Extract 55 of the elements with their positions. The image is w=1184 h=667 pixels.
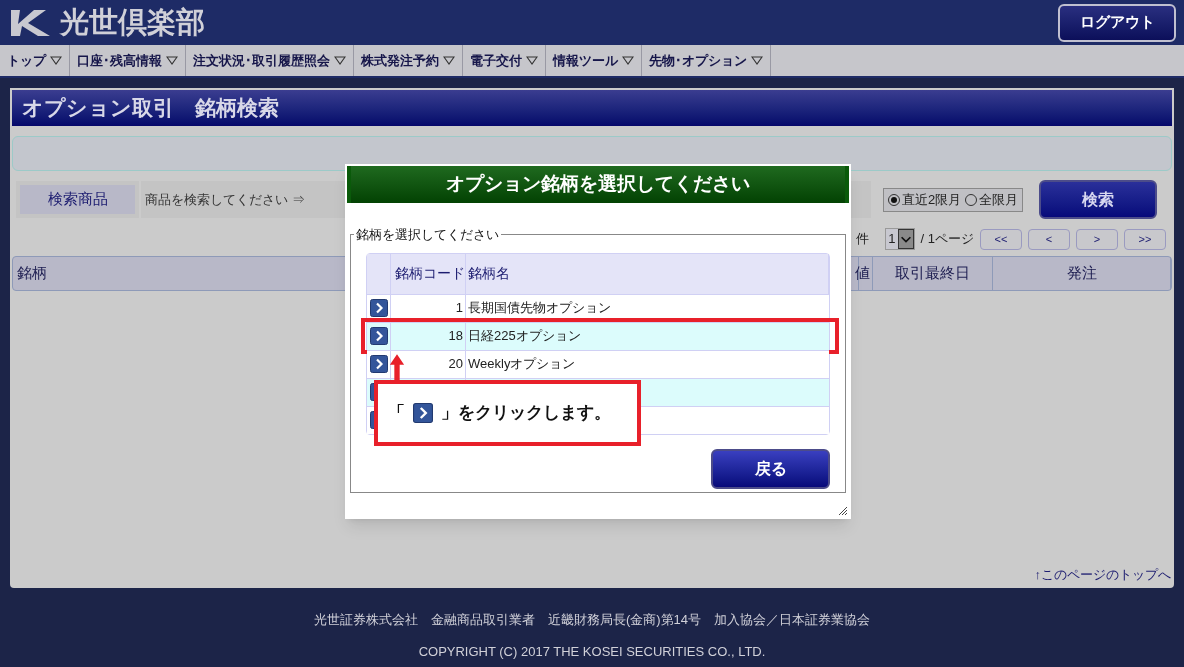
arrow-button-icon[interactable]: [369, 327, 388, 345]
dropdown-caret-icon: [751, 56, 763, 65]
nav-menu-item[interactable]: 先物･オプション: [642, 45, 771, 76]
page-total: / 1ページ: [920, 230, 974, 249]
footer-text: 光世証券株式会社 金融商品取引業者 近畿財務局長(金商)第14号 加入協会／日本証券業協会: [313, 611, 871, 629]
search-button[interactable]: 検索: [1039, 180, 1158, 219]
table-cell-text: 日経225オプション: [468, 327, 581, 346]
dropdown-caret-icon: [50, 56, 62, 65]
arrow-button-icon[interactable]: [413, 403, 433, 423]
pager-button[interactable]: <: [1028, 228, 1070, 250]
radio-option[interactable]: 全限月: [965, 189, 1019, 210]
logout-button[interactable]: ログアウト: [1058, 3, 1176, 42]
dropdown-caret-icon: [622, 56, 634, 65]
table-cell-text: 20: [448, 355, 463, 374]
nav-menu-item[interactable]: トップ: [0, 45, 70, 76]
arrow-button-icon[interactable]: [369, 299, 388, 317]
page-title: オプション取引 銘柄検索: [12, 90, 1172, 126]
callout-text: 「: [388, 402, 405, 425]
back-button[interactable]: 戻る: [711, 448, 830, 489]
table-cell-text: Weeklyオプション: [468, 355, 576, 374]
dialog-title: オプション銘柄を選択してください: [347, 166, 849, 203]
dropdown-caret-icon: [334, 56, 346, 65]
pager-button[interactable]: >: [1076, 228, 1118, 250]
nav-menu-item[interactable]: 情報ツール: [546, 45, 642, 76]
column-header: 取引最終日: [873, 257, 993, 290]
resize-grip-icon[interactable]: [839, 507, 847, 515]
table-cell-text: 18: [448, 327, 463, 346]
radio-option[interactable]: 直近2限月: [888, 189, 962, 210]
site-logo-text: 光世倶楽部: [60, 3, 205, 41]
arrow-button-icon[interactable]: [369, 355, 388, 373]
result-count-suffix: 件: [856, 230, 870, 249]
column-header: 発注: [993, 257, 1171, 290]
column-header: 銘柄コード: [391, 253, 466, 294]
page-top-link[interactable]: ↑このページのトップへ: [1034, 564, 1171, 584]
pager-button[interactable]: >>: [1124, 228, 1166, 250]
table-cell-text: 長期国債先物オプション: [468, 299, 611, 318]
dropdown-chevron-icon[interactable]: [897, 229, 914, 249]
dropdown-caret-icon: [443, 56, 455, 65]
pager-button[interactable]: <<: [980, 228, 1022, 250]
dropdown-caret-icon: [166, 56, 178, 65]
nav-menu-item[interactable]: 株式発注予約: [354, 45, 463, 76]
table-row[interactable]: 20 Weeklyオプション: [367, 349, 829, 378]
nav-menu-item[interactable]: 注文状況･取引履歴照会: [186, 45, 354, 76]
dropdown-caret-icon: [526, 56, 538, 65]
table-cell-text: 1: [455, 299, 463, 318]
nav-menu-item[interactable]: 電子交付: [463, 45, 546, 76]
field-label: 検索商品: [16, 181, 139, 218]
callout-text: 」をクリックします。: [441, 402, 611, 425]
nav-menu-item[interactable]: 口座･残高情報: [70, 45, 186, 76]
group-box-legend: 銘柄を選択してください: [354, 225, 501, 245]
footer-text: COPYRIGHT (C) 2017 THE KOSEI SECURITIES CO., LTD.: [418, 642, 766, 661]
logo-icon: [8, 7, 52, 38]
page-select[interactable]: 1: [885, 228, 915, 250]
table-row[interactable]: 18 日経225オプション: [367, 321, 829, 350]
column-header: 銘柄名: [466, 253, 829, 294]
